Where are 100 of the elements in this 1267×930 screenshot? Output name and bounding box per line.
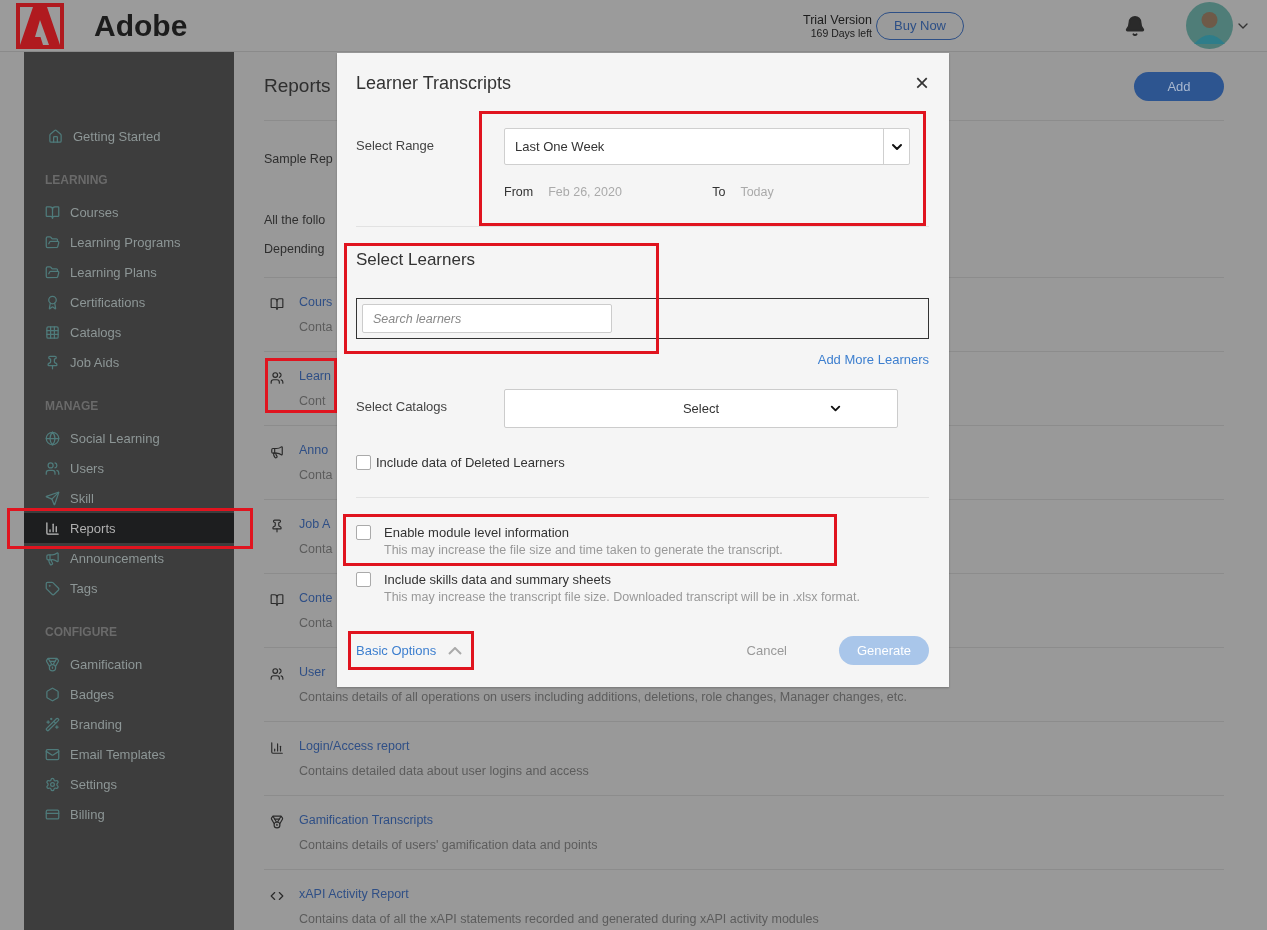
sidebar-item[interactable]: Branding	[24, 709, 234, 739]
report-link[interactable]: Anno	[299, 443, 329, 461]
sidebar-item[interactable]: Users	[24, 453, 234, 483]
trial-label: Trial Version	[803, 12, 872, 27]
bell-icon[interactable]	[1124, 14, 1146, 37]
sidebar-item[interactable]: Job Aids	[24, 347, 234, 377]
card-icon	[45, 806, 60, 822]
checkbox[interactable]	[356, 572, 371, 587]
report-description: Cont	[299, 394, 326, 410]
sidebar-label: Courses	[70, 204, 119, 220]
code-icon	[270, 889, 284, 903]
report-description: Contains detailed data about user logins and access	[299, 764, 589, 780]
range-label: Select Range	[356, 137, 436, 153]
tag-icon	[45, 580, 60, 596]
sidebar-label: Social Learning	[70, 430, 160, 446]
sidebar-label: Getting Started	[73, 128, 161, 144]
report-description: Conta	[299, 542, 333, 558]
sidebar-item[interactable]: Skill	[24, 483, 234, 513]
close-button[interactable]: ×	[915, 71, 929, 95]
folder-icon	[45, 264, 60, 280]
sidebar-item[interactable]: Email Templates	[24, 739, 234, 769]
sidebar-item[interactable]: Courses	[24, 197, 234, 227]
report-link[interactable]: Cours	[299, 295, 333, 313]
sidebar-label: Gamification	[70, 656, 143, 672]
sidebar-item[interactable]: Billing	[24, 799, 234, 829]
basic-options-link[interactable]: Basic Options	[356, 643, 463, 658]
sidebar-item[interactable]: Learning Programs	[24, 227, 234, 257]
hexagon-icon	[45, 686, 60, 702]
report-description: Conta	[299, 468, 333, 484]
sidebar-item[interactable]: Learning Plans	[24, 257, 234, 287]
avatar[interactable]	[1186, 2, 1233, 49]
award-icon	[45, 294, 60, 310]
settings-icon	[45, 776, 60, 792]
pin-icon	[270, 519, 284, 533]
option-hint: This may increase the file size and time taken to generate the transcript.	[384, 543, 784, 557]
report-description: Contains details of all operations on users including additions, deletions, role changes, Manager changes, etc.	[299, 690, 907, 706]
sidebar-item[interactable]: Getting Started	[24, 121, 234, 151]
sidebar-item[interactable]: Social Learning	[24, 423, 234, 453]
sidebar-label: Learning Programs	[70, 234, 181, 250]
report-link[interactable]: Gamification Transcripts	[299, 813, 434, 831]
checkbox[interactable]	[356, 525, 371, 540]
globe-icon	[45, 430, 60, 446]
medal-icon	[45, 656, 60, 672]
option-label: Enable module level information	[384, 525, 570, 540]
report-link[interactable]: Login/Access report	[299, 739, 410, 757]
megaphone-icon	[270, 445, 284, 459]
paper-plane-icon	[45, 490, 60, 506]
note-text: Depending	[264, 242, 325, 256]
book-icon	[45, 204, 60, 220]
sidebar-item[interactable]: Catalogs	[24, 317, 234, 347]
to-date: Today	[740, 185, 774, 199]
mail-icon	[45, 746, 60, 762]
option-hint: This may increase the transcript file size. Downloaded transcript will be in .xlsx format.	[384, 590, 861, 604]
search-field[interactable]: Search learners	[362, 304, 612, 333]
option-label: Include skills data and summary sheets	[384, 572, 612, 587]
sidebar-label: Certifications	[70, 294, 146, 310]
sidebar-label: Reports	[70, 520, 116, 536]
add-more-learners-link[interactable]: Add More Learners	[817, 352, 929, 367]
sidebar-item[interactable]: Announcements	[24, 543, 234, 573]
from-date: Feb 26, 2020	[548, 185, 623, 199]
report-link[interactable]: Conte	[299, 591, 333, 609]
bar-chart-icon	[270, 741, 284, 755]
report-description: Conta	[299, 320, 333, 336]
sidebar-label: Job Aids	[70, 354, 120, 370]
grid-icon	[45, 324, 60, 340]
report-link[interactable]: Job A	[299, 517, 331, 535]
days-left: 169 Days left	[810, 26, 872, 39]
catalog-select[interactable]: Select	[504, 389, 898, 428]
chevron-up-icon	[448, 646, 463, 655]
checkbox[interactable]	[356, 455, 371, 470]
range-select[interactable]: Last One Week	[504, 128, 910, 165]
wand-icon	[45, 716, 60, 732]
report-description: Conta	[299, 616, 333, 632]
sidebar-item[interactable]: Tags	[24, 573, 234, 603]
book-icon	[270, 593, 284, 607]
home-icon	[48, 128, 63, 144]
book-icon	[270, 297, 284, 311]
sidebar-item[interactable]: Gamification	[24, 649, 234, 679]
sidebar-item[interactable]: Settings	[24, 769, 234, 799]
users-icon	[45, 460, 60, 476]
users-icon	[270, 667, 284, 681]
catalogs-label: Select Catalogs	[356, 398, 449, 414]
checkbox-label: Include data of Deleted Learners	[376, 455, 565, 470]
report-link[interactable]: User	[299, 665, 326, 683]
sidebar-label: Learning Plans	[70, 264, 157, 280]
sidebar-item[interactable]: Reports	[24, 513, 234, 543]
report-link[interactable]: Learn	[299, 369, 331, 387]
sidebar-label: Badges	[70, 686, 115, 702]
dialog-title: Learner Transcripts	[356, 72, 512, 94]
report-link[interactable]: xAPI Activity Report	[299, 887, 409, 905]
sidebar-label: Catalogs	[70, 324, 122, 340]
cancel-button[interactable]: Cancel	[740, 642, 793, 659]
pin-icon	[45, 354, 60, 370]
sidebar-item[interactable]: Badges	[24, 679, 234, 709]
sidebar-item[interactable]: Certifications	[24, 287, 234, 317]
sidebar-label: Tags	[70, 580, 98, 596]
sidebar-label: Skill	[70, 490, 94, 506]
add-button[interactable]: Add	[1134, 71, 1224, 101]
sidebar-label: Branding	[70, 716, 123, 732]
report-description: Contains details of users' gamification data and points	[299, 838, 598, 854]
